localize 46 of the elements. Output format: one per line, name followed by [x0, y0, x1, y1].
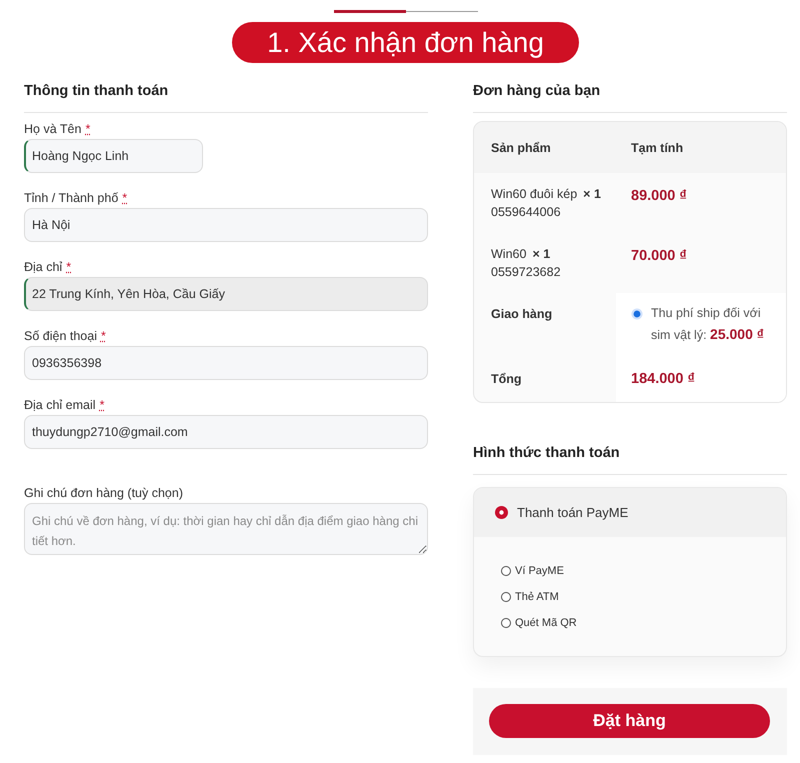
radio-button[interactable]	[631, 308, 643, 320]
field-label: Địa chỉ	[24, 259, 62, 276]
page-title: 1. Xác nhận đơn hàng	[232, 22, 579, 63]
field-label: Họ và Tên	[24, 121, 82, 138]
payment-option-label[interactable]: Quét Mã QR	[515, 617, 577, 629]
input-field[interactable]: 0936356398	[24, 346, 428, 380]
input-field[interactable]: Hà Nội	[24, 208, 428, 242]
payment-method-row[interactable]: Thanh toán PayME	[474, 488, 786, 537]
field-label: Ghi chú đơn hàng (tuỳ chọn)	[24, 485, 183, 502]
shipping-label: Giao hàng	[491, 307, 552, 321]
product-quantity: × 1	[532, 247, 550, 261]
item-price: 70.000 ₫	[631, 248, 687, 264]
field-label: Địa chỉ email	[24, 397, 96, 414]
required-mark: *	[85, 121, 90, 138]
payment-method-label: Thanh toán PayME	[517, 505, 628, 520]
radio-button[interactable]	[501, 566, 511, 576]
input-field[interactable]: Hoàng Ngọc Linh	[24, 139, 203, 173]
input-field[interactable]: thuydungp2710@gmail.com	[24, 415, 428, 449]
radio-button[interactable]	[495, 506, 508, 519]
input-field[interactable]: 22 Trung Kính, Yên Hòa, Cầu Giấy	[24, 277, 428, 311]
section-heading: Đơn hàng của bạn	[473, 80, 787, 113]
sim-number: 0559723682	[491, 265, 561, 279]
total-price: 184.000 ₫	[631, 371, 695, 387]
radio-button[interactable]	[501, 618, 511, 628]
required-mark: *	[122, 190, 128, 207]
product-name: Win60 đuôi kép	[491, 187, 578, 201]
product-quantity: × 1	[583, 187, 601, 201]
sim-number: 0559644006	[491, 205, 561, 219]
item-price: 89.000 ₫	[631, 188, 687, 204]
column-header: Sản phẩm	[491, 140, 551, 154]
product-name: Win60	[491, 247, 526, 261]
radio-button[interactable]	[501, 592, 511, 602]
required-mark: *	[100, 397, 104, 414]
payment-option-label[interactable]: Thẻ ATM	[515, 591, 559, 603]
section-heading: Hình thức thanh toán	[473, 442, 787, 475]
required-mark: *	[100, 328, 106, 345]
shipping-option-label[interactable]: Thu phí ship đối với sim vật lý: 25.000 ₫	[651, 303, 774, 346]
column-header: Tạm tính	[631, 140, 684, 154]
section-heading: Thông tin thanh toán	[24, 80, 428, 113]
place-order-button[interactable]: Đặt hàng	[489, 704, 770, 738]
payment-option-label[interactable]: Ví PayME	[515, 565, 564, 577]
required-mark: *	[66, 259, 72, 276]
field-label: Tỉnh / Thành phố	[24, 190, 118, 207]
total-label: Tổng	[491, 372, 522, 386]
field-label: Số điện thoại	[24, 328, 97, 345]
notes-textarea[interactable]: Ghi chú về đơn hàng, ví dụ: thời gian hay chỉ dẫn địa điểm giao hàng chi tiết hơn.	[24, 503, 428, 555]
